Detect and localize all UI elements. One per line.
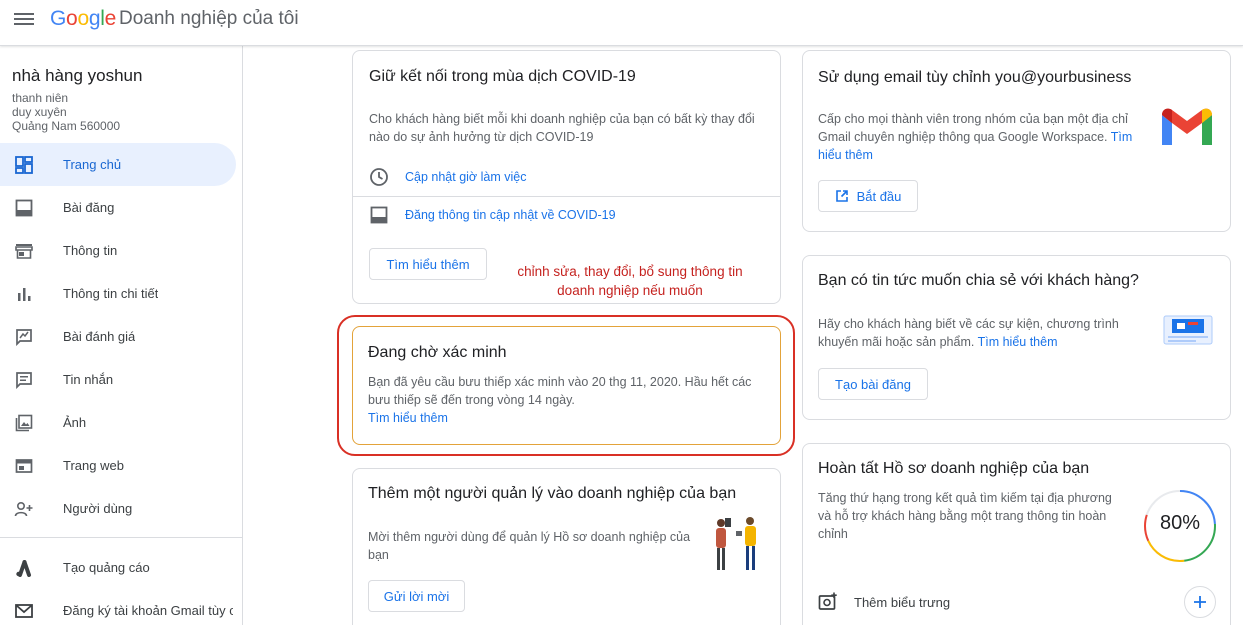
business-name: nhà hàng yoshun [12,66,143,85]
sidebar-item-label: Thông tin chi tiết [63,286,159,301]
card-description: Cấp cho mọi thành viên trong nhóm của bạ… [818,110,1138,164]
sidebar-item-users[interactable]: Người dùng [0,487,236,530]
learn-more-link[interactable]: Tìm hiểu thêm [368,411,448,425]
card-description: Tăng thứ hạng trong kết quả tìm kiếm tại… [818,491,1112,541]
sidebar-item-label: Tạo quảng cáo [63,560,150,575]
learn-more-link[interactable]: Tìm hiểu thêm [978,335,1058,349]
plus-icon [1194,596,1206,608]
progress-label: 80% [1159,512,1201,534]
posts-icon [369,205,389,225]
open-in-new-icon [835,189,849,203]
link-label: Cập nhật giờ làm việc [405,170,527,184]
update-hours-link[interactable]: Cập nhật giờ làm việc [369,167,526,187]
annotation-note: chỉnh sửa, thay đổi, bổ sung thông tin d… [500,262,760,300]
annotation-line: chỉnh sửa, thay đổi, bổ sung thông tin [517,264,743,279]
add-manager-card: Thêm một người quản lý vào doanh nghiệp … [352,468,781,625]
people-illustration [708,513,768,577]
add-logo-label: Thêm biểu trưng [854,594,951,610]
button-label: Bắt đầu [856,188,902,204]
business-address: thanh niên duy xuyên Quảng Nam 560000 [12,91,120,133]
app-title: Doanh nghiệp của tôi [119,8,299,29]
card-title: Sử dụng email tùy chỉnh you@yourbusiness [818,69,1132,86]
card-title: Đang chờ xác minh [368,344,507,361]
card-divider [353,196,780,197]
posts-icon [14,198,34,218]
send-invite-button[interactable]: Gửi lời mời [368,580,465,612]
sidebar-item-gmail-signup[interactable]: Đăng ký tài khoản Gmail tùy c... [0,589,236,625]
web-icon [14,456,34,476]
custom-email-card: Sử dụng email tùy chỉnh you@yourbusiness… [802,50,1231,232]
post-covid-update-link[interactable]: Đăng thông tin cập nhật về COVID-19 [369,205,616,225]
card-description: Hãy cho khách hàng biết về các sự kiện, … [818,315,1148,351]
app-header: Google Doanh nghiệp của tôi [0,0,1243,46]
card-title: Bạn có tin tức muốn chia sẻ với khách hà… [818,272,1139,289]
menu-icon[interactable] [14,10,34,28]
dashboard-icon [14,155,34,175]
card-title: Thêm một người quản lý vào doanh nghiệp … [368,485,737,502]
card-description: Bạn đã yêu cầu bưu thiếp xác minh vào 20… [368,373,763,427]
sidebar-item-label: Bài đăng [63,200,115,215]
annotation-line: doanh nghiệp nếu muốn [557,283,703,298]
message-icon [14,370,34,390]
sidebar-item-photos[interactable]: Ảnh [0,401,236,444]
share-news-card: Bạn có tin tức muốn chia sẻ với khách hà… [802,255,1231,420]
address-line: Quảng Nam 560000 [12,119,121,133]
sidebar-item-label: Ảnh [63,415,87,430]
get-started-button[interactable]: Bắt đầu [818,180,918,212]
sidebar-item-label: Trang web [63,458,124,473]
email-text: Cấp cho mọi thành viên trong nhóm của bạ… [818,112,1128,144]
address-line: thanh niên [12,91,69,105]
google-ads-icon [14,558,34,578]
gmail-logo-icon [1159,105,1215,154]
sidebar-item-label: Thông tin [63,243,118,258]
address-line: duy xuyên [12,105,67,119]
bar-chart-icon [14,284,34,304]
photo-icon [14,413,34,433]
card-title: Giữ kết nối trong mùa dịch COVID-19 [369,68,636,85]
sidebar-item-website[interactable]: Trang web [0,444,236,487]
sidebar-item-label: Người dùng [63,501,133,516]
sidebar-item-label: Bài đánh giá [63,329,136,344]
sidebar: nhà hàng yoshun thanh niên duy xuyên Quả… [0,46,243,625]
rate-review-icon [14,327,34,347]
sidebar-item-reviews[interactable]: Bài đánh giá [0,315,236,358]
profile-progress-ring: 80% [1142,488,1218,564]
verification-card: Đang chờ xác minh Bạn đã yêu cầu bưu thi… [352,326,781,445]
sidebar-item-messages[interactable]: Tin nhắn [0,358,236,401]
complete-profile-card: Hoàn tất Hồ sơ doanh nghiệp của bạn Tăng… [802,443,1231,625]
sidebar-item-label: Trang chủ [63,157,122,172]
add-person-icon [14,499,34,519]
storefront-icon [14,241,34,261]
sidebar-item-insights[interactable]: Thông tin chi tiết [0,272,236,315]
sidebar-item-home[interactable]: Trang chủ [0,143,236,186]
gmail-outline-icon [14,601,34,621]
sidebar-item-label: Đăng ký tài khoản Gmail tùy c... [63,603,233,618]
add-logo-row[interactable]: Thêm biểu trưng [818,586,1216,618]
google-logo[interactable]: Google [50,7,116,31]
learn-more-button[interactable]: Tìm hiểu thêm [369,248,487,280]
news-text: Hãy cho khách hàng biết về các sự kiện, … [818,317,1119,349]
sidebar-divider [0,537,243,538]
link-label: Đăng thông tin cập nhật về COVID-19 [405,208,616,222]
news-post-illustration [1163,314,1213,351]
sidebar-item-create-ad[interactable]: Tạo quảng cáo [0,546,236,589]
card-title: Hoàn tất Hồ sơ doanh nghiệp của bạn [818,460,1090,477]
clock-icon [369,167,389,187]
sidebar-item-info[interactable]: Thông tin [0,229,236,272]
create-post-button[interactable]: Tạo bài đăng [818,368,928,400]
sidebar-item-posts[interactable]: Bài đăng [0,186,236,229]
verification-text: Bạn đã yêu cầu bưu thiếp xác minh vào 20… [368,375,752,407]
card-description: Cho khách hàng biết mỗi khi doanh nghiệp… [369,112,755,144]
sidebar-item-label: Tin nhắn [63,372,114,387]
card-description: Mời thêm người dùng để quản lý Hồ sơ doa… [368,530,691,562]
add-logo-button[interactable] [1184,586,1216,618]
add-photo-icon [818,592,840,612]
